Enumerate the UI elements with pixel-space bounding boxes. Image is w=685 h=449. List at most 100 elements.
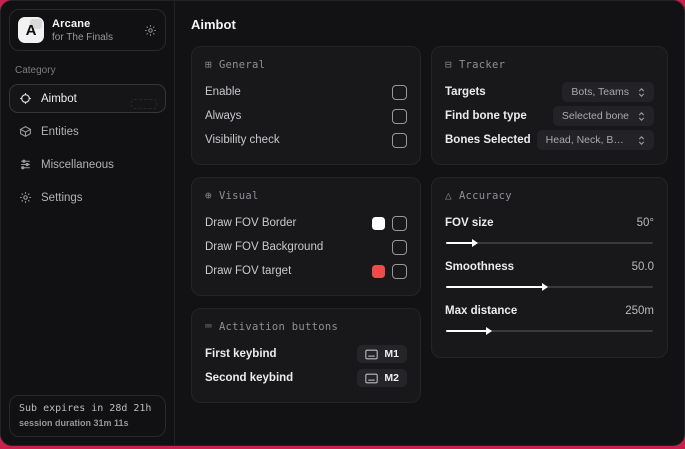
row-always: Always: [205, 105, 407, 127]
sidebar-item-entities[interactable]: Entities: [9, 117, 166, 146]
row-targets: Targets Bots, Teams: [445, 81, 654, 103]
tracker-panel: ⊟ Tracker Targets Bots, Teams Find bone …: [431, 46, 668, 165]
chevrons-up-down-icon: [636, 87, 647, 98]
row-label: Smoothness: [445, 261, 515, 273]
visibility-check-checkbox[interactable]: [392, 132, 407, 148]
row-label: Draw FOV Border: [205, 217, 297, 229]
draw-fov-border-checkbox[interactable]: [392, 215, 407, 231]
row-draw-fov-target: Draw FOV target: [205, 260, 407, 282]
always-checkbox[interactable]: [392, 108, 407, 124]
keybind-value: M1: [384, 348, 399, 360]
sidebar-item-label: Aimbot: [41, 92, 77, 105]
accuracy-panel: △ Accuracy FOV size 50° Smoothness 50.0: [431, 177, 668, 358]
entities-icon: [19, 125, 32, 138]
brand-header: A Arcane for The Finals: [9, 9, 166, 51]
row-label: Targets: [445, 86, 486, 98]
sidebar-item-settings[interactable]: Settings: [9, 183, 166, 212]
tracker-panel-title: ⊟ Tracker: [445, 58, 506, 71]
row-label: Find bone type: [445, 110, 527, 122]
gear-icon[interactable]: [144, 24, 157, 37]
row-draw-fov-background: Draw FOV Background: [205, 236, 407, 258]
row-second-keybind: Second keybind M2: [205, 367, 407, 389]
draw-fov-target-checkbox[interactable]: [392, 263, 407, 279]
sidebar-item-label: Settings: [41, 191, 83, 204]
keybind-value: M2: [384, 372, 399, 384]
brand-initial: A: [25, 21, 37, 39]
row-smoothness: Smoothness 50.0: [445, 256, 654, 278]
visual-icon: ⊕: [205, 189, 212, 202]
gear-icon: [19, 191, 32, 204]
targets-dropdown[interactable]: Bots, Teams: [562, 82, 654, 102]
smoothness-slider[interactable]: [446, 283, 653, 291]
category-label: Category: [15, 65, 56, 76]
row-find-bone-type: Find bone type Selected bone: [445, 105, 654, 127]
chevrons-up-down-icon: [636, 111, 647, 122]
general-panel: ⊞ General Enable Always Visibility check: [191, 46, 421, 165]
dropdown-value: Selected bone: [561, 110, 629, 122]
sidebar-item-aimbot[interactable]: Aimbot: [9, 84, 166, 113]
fov-target-color-swatch[interactable]: [372, 264, 385, 278]
row-draw-fov-border: Draw FOV Border: [205, 212, 407, 234]
activation-panel-title: ⌨ Activation buttons: [205, 320, 339, 333]
max-distance-value: 250m: [625, 305, 654, 317]
keyboard-icon: [365, 373, 379, 384]
row-label: Visibility check: [205, 134, 280, 146]
row-bones-selected: Bones Selected Head, Neck, Body, Pe..: [445, 129, 654, 151]
smoothness-value: 50.0: [631, 261, 654, 273]
row-label: Bones Selected: [445, 134, 531, 146]
row-label: FOV size: [445, 217, 494, 229]
second-keybind-button[interactable]: M2: [357, 369, 407, 387]
row-label: Draw FOV target: [205, 265, 292, 277]
activation-panel: ⌨ Activation buttons First keybind M1 Se…: [191, 308, 421, 403]
keyboard-icon: [365, 349, 379, 360]
tracker-icon: ⊟: [445, 58, 452, 71]
fov-size-slider[interactable]: [446, 239, 653, 247]
sidebar-item-miscellaneous[interactable]: Miscellaneous: [9, 150, 166, 179]
brand-name: Arcane: [52, 17, 91, 30]
sidebar-item-label: Entities: [41, 125, 79, 138]
main-content: Aimbot ⊞ General Enable Always Visibilit…: [175, 1, 684, 445]
brand-text: Arcane for The Finals: [52, 18, 136, 43]
brand-subtitle: for The Finals: [52, 31, 113, 43]
keybind-hint: [131, 99, 157, 109]
triangle-icon: △: [445, 189, 452, 202]
row-first-keybind: First keybind M1: [205, 343, 407, 365]
row-label: Max distance: [445, 305, 518, 317]
row-max-distance: Max distance 250m: [445, 300, 654, 322]
row-label: Always: [205, 110, 242, 122]
enable-checkbox[interactable]: [392, 84, 407, 100]
crosshair-icon: [19, 92, 32, 105]
accuracy-panel-title: △ Accuracy: [445, 189, 512, 202]
slider-fill: [446, 239, 478, 247]
sidebar-item-label: Miscellaneous: [41, 158, 114, 171]
row-label: First keybind: [205, 348, 277, 360]
row-label: Draw FOV Background: [205, 241, 324, 253]
max-distance-slider[interactable]: [446, 327, 653, 335]
visual-panel: ⊕ Visual Draw FOV Border Draw FOV Backgr…: [191, 177, 421, 296]
row-visibility-check: Visibility check: [205, 129, 407, 151]
app-window: A Arcane for The Finals Category Aimbot …: [0, 0, 685, 446]
sidebar: A Arcane for The Finals Category Aimbot …: [1, 1, 175, 445]
page-title: Aimbot: [191, 17, 236, 32]
session-duration-text: session duration 31m 11s: [19, 418, 129, 428]
row-label: Enable: [205, 86, 241, 98]
fov-size-value: 50°: [636, 217, 654, 229]
dropdown-value: Head, Neck, Body, Pe..: [545, 134, 629, 146]
chevrons-up-down-icon: [636, 135, 647, 146]
first-keybind-button[interactable]: M1: [357, 345, 407, 363]
bones-selected-dropdown[interactable]: Head, Neck, Body, Pe..: [536, 130, 654, 150]
category-nav: Aimbot Entities Miscellaneous Settings: [9, 84, 166, 212]
sliders-icon: [19, 158, 32, 171]
subscription-info: Sub expires in 28d 21h session duration …: [9, 395, 166, 437]
visual-panel-title: ⊕ Visual: [205, 189, 259, 202]
keyboard-icon: ⌨: [205, 320, 212, 333]
grid-icon: ⊞: [205, 58, 212, 71]
draw-fov-background-checkbox[interactable]: [392, 239, 407, 255]
brand-logo: A: [18, 17, 44, 43]
dropdown-value: Bots, Teams: [571, 86, 629, 98]
fov-border-color-swatch[interactable]: [372, 216, 385, 230]
row-label: Second keybind: [205, 372, 294, 384]
find-bone-type-dropdown[interactable]: Selected bone: [552, 106, 654, 126]
general-panel-title: ⊞ General: [205, 58, 266, 71]
sub-expiry-text: Sub expires in 28d 21h: [19, 403, 152, 414]
